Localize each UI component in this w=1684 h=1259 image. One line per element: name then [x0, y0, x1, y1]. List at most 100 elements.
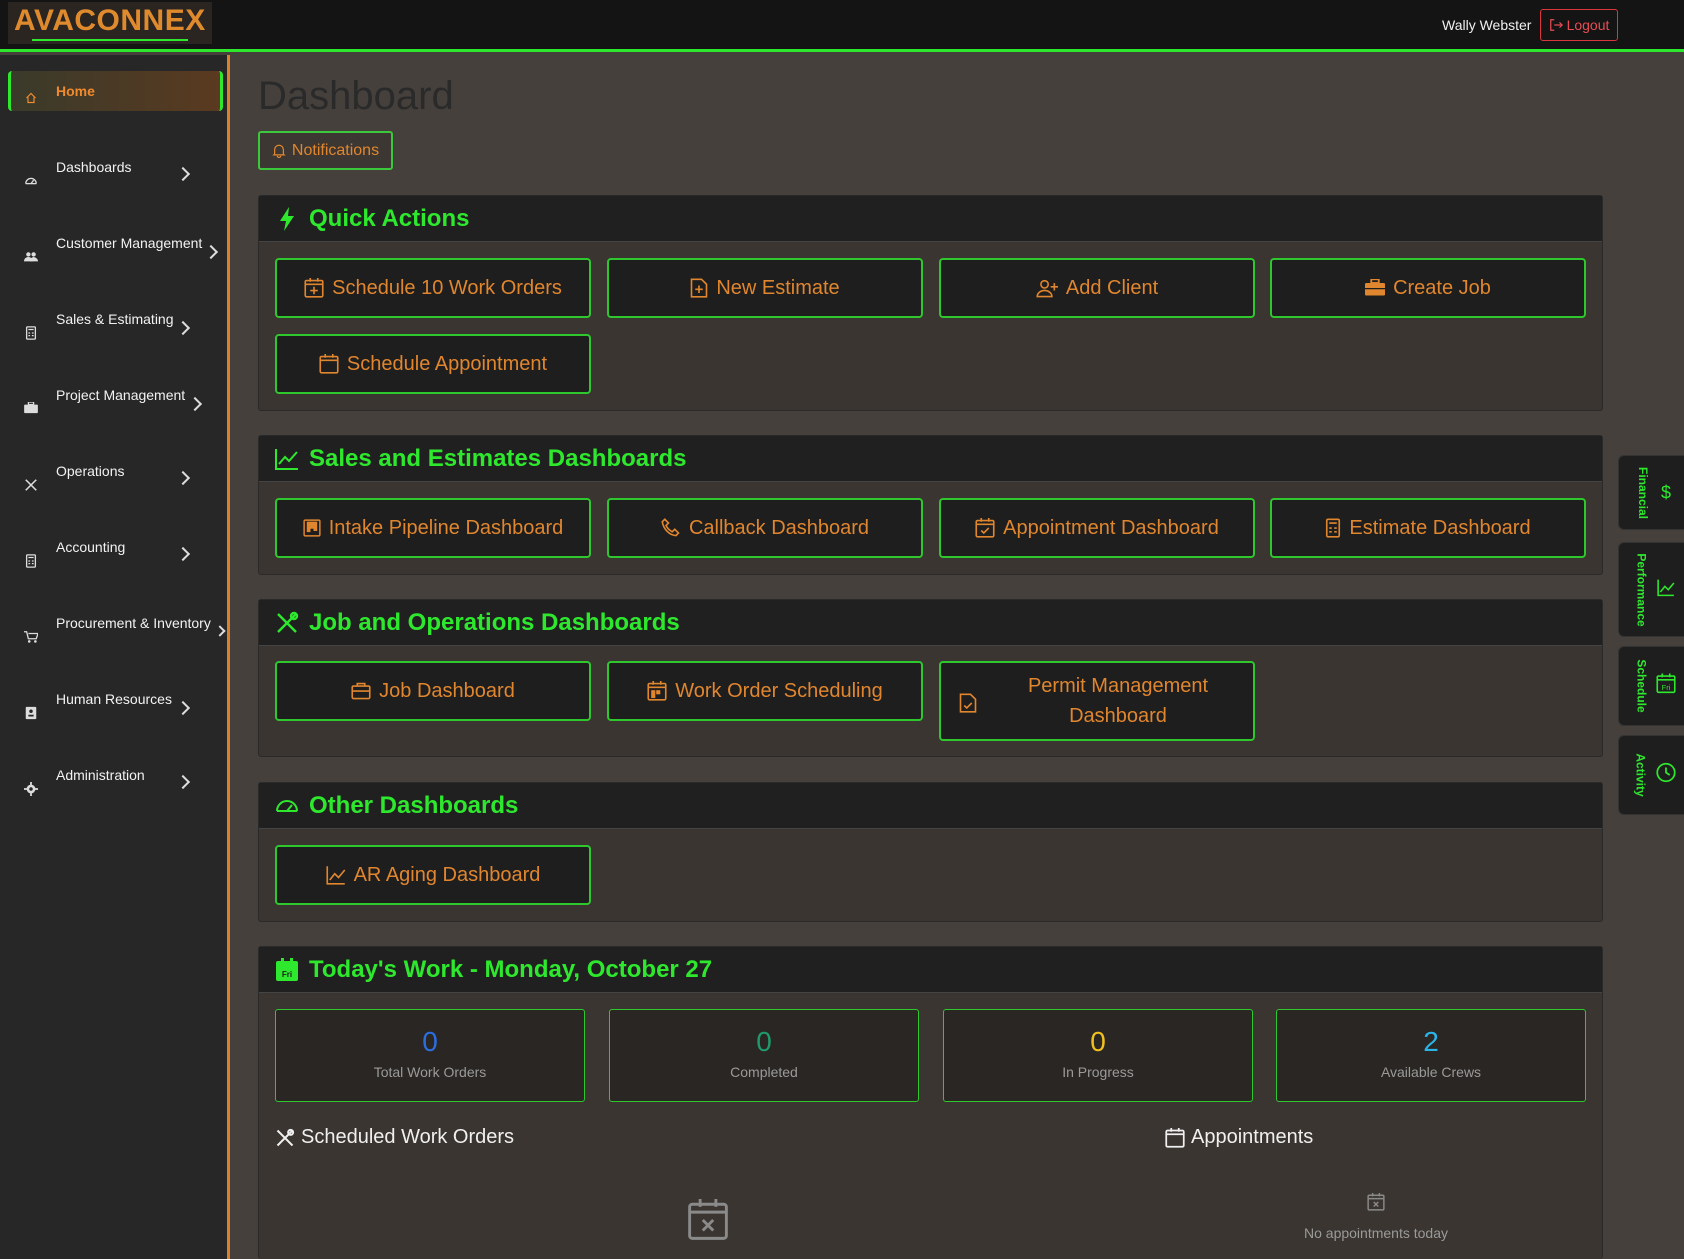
sidebar-item-label: Procurement & Inventory	[56, 615, 211, 631]
tools-icon	[276, 1128, 295, 1146]
calculator-icon	[24, 326, 38, 340]
button-label: AR Aging Dashboard	[353, 864, 541, 886]
no-appointments-text: No appointments today	[1304, 1225, 1448, 1241]
brand-underline	[32, 39, 188, 41]
appointments-title: Appointments	[1191, 1126, 1314, 1148]
briefcase-icon	[24, 401, 38, 416]
briefcase-outline-icon	[351, 682, 371, 700]
sidebar-item-label: Sales & Estimating	[56, 311, 174, 327]
estimate-dashboard-button[interactable]: Estimate Dashboard	[1270, 498, 1586, 558]
intake-pipeline-dashboard-button[interactable]: Intake Pipeline Dashboard	[275, 498, 591, 558]
button-label: Schedule Appointment	[346, 353, 548, 375]
sidebar-item-customer-management[interactable]: Customer Management	[8, 231, 223, 271]
panel-title: Other Dashboards	[309, 791, 519, 819]
button-label: Intake Pipeline Dashboard	[328, 517, 564, 539]
button-label: Estimate Dashboard	[1349, 517, 1531, 539]
user-name: Wally Webster	[1442, 17, 1532, 33]
chevron-right-icon	[187, 396, 203, 412]
callback-dashboard-button[interactable]: Callback Dashboard	[607, 498, 923, 558]
job-dashboard-button[interactable]: Job Dashboard	[275, 661, 591, 721]
phone-icon	[661, 518, 680, 537]
sidebar-item-label: Human Resources	[56, 691, 172, 707]
panel-header: Sales and Estimates Dashboards	[259, 436, 1602, 482]
logout-icon	[1549, 19, 1563, 31]
panel-header: Fri Today's Work - Monday, October 27	[259, 947, 1602, 993]
brand-logo[interactable]: AVACONNEX	[8, 2, 212, 44]
sidebar-item-dashboards[interactable]: Dashboards	[8, 155, 223, 195]
permit-management-dashboard-button[interactable]: Permit Management Dashboard	[939, 661, 1255, 741]
svg-text:Fri: Fri	[282, 970, 292, 979]
tab-label: Performance	[1634, 552, 1649, 627]
stat-label: In Progress	[1062, 1064, 1134, 1080]
sidebar-item-home[interactable]: Home	[8, 71, 223, 111]
panel-title: Quick Actions	[309, 204, 470, 232]
button-label: Schedule 10 Work Orders	[332, 277, 562, 299]
tab-schedule[interactable]: Schedule Fri	[1618, 646, 1684, 726]
stat-total-work-orders: 0 Total Work Orders	[275, 1009, 585, 1102]
sidebar-item-project-management[interactable]: Project Management	[8, 383, 223, 423]
chart-icon	[1655, 578, 1677, 601]
calendar-x-icon	[687, 1199, 729, 1246]
tab-activity[interactable]: Activity	[1618, 735, 1684, 815]
page-title: Dashboard	[258, 74, 454, 118]
button-label: Job Dashboard	[379, 680, 515, 702]
sidebar-item-label: Administration	[56, 767, 145, 783]
panel-header: Other Dashboards	[259, 783, 1602, 829]
tab-performance[interactable]: Performance	[1618, 542, 1684, 637]
calendar-icon	[319, 354, 339, 374]
sidebar-item-label: Dashboards	[56, 159, 132, 175]
stat-completed: 0 Completed	[609, 1009, 919, 1102]
button-label: Add Client	[1065, 277, 1159, 299]
calendar-check-icon	[975, 518, 995, 538]
notifications-button[interactable]: Notifications	[258, 131, 393, 170]
button-label: New Estimate	[716, 277, 840, 299]
create-job-button[interactable]: Create Job	[1270, 258, 1586, 318]
file-check-icon	[959, 693, 977, 713]
schedule-work-orders-button[interactable]: Schedule 10 Work Orders	[275, 258, 591, 318]
stat-available-crews: 2 Available Crews	[1276, 1009, 1586, 1102]
new-estimate-button[interactable]: New Estimate	[607, 258, 923, 318]
panel-title: Job and Operations Dashboards	[309, 608, 680, 636]
stat-value: 2	[1423, 1026, 1439, 1057]
notifications-label: Notifications	[291, 141, 380, 159]
todays-work-panel: Fri Today's Work - Monday, October 27	[258, 946, 1603, 1259]
tab-label: Financial	[1636, 466, 1651, 519]
sidebar-item-accounting[interactable]: Accounting	[8, 535, 223, 575]
sidebar-item-human-resources[interactable]: Human Resources	[8, 687, 223, 727]
clock-icon	[1655, 762, 1677, 788]
chevron-right-icon	[175, 700, 191, 716]
chevron-right-icon	[175, 774, 191, 790]
sidebar-item-operations[interactable]: Operations	[8, 459, 223, 499]
stat-value: 0	[422, 1026, 438, 1057]
logout-button[interactable]: Logout	[1540, 9, 1618, 41]
add-client-button[interactable]: Add Client	[939, 258, 1255, 318]
line-chart-icon	[275, 447, 299, 471]
stat-label: Available Crews	[1380, 1064, 1482, 1080]
sidebar-item-sales-estimating[interactable]: Sales & Estimating	[8, 307, 223, 347]
calendar-icon	[1165, 1127, 1185, 1148]
calculator-icon	[1326, 518, 1341, 538]
dollar-icon: $	[1660, 482, 1671, 502]
calendar-week-icon	[647, 681, 667, 701]
tab-label: Schedule	[1634, 659, 1649, 713]
tools-icon	[24, 478, 38, 492]
sidebar-item-administration[interactable]: Administration	[8, 763, 223, 803]
button-label: Callback Dashboard	[688, 517, 870, 539]
ar-aging-dashboard-button[interactable]: AR Aging Dashboard	[275, 845, 591, 905]
graph-up-icon	[326, 866, 345, 885]
stat-value: 0	[1090, 1026, 1106, 1057]
panel-title: Today's Work - Monday, October 27	[309, 955, 713, 983]
chevron-right-icon	[175, 546, 191, 562]
sidebar-item-procurement-inventory[interactable]: Procurement & Inventory	[8, 611, 226, 651]
work-order-scheduling-button[interactable]: Work Order Scheduling	[607, 661, 923, 721]
button-label: Work Order Scheduling	[675, 680, 883, 702]
bell-icon	[272, 144, 286, 158]
badge-icon	[24, 706, 38, 720]
sidebar-item-label: Project Management	[56, 387, 186, 403]
scheduled-work-orders-heading: Scheduled Work Orders	[275, 1126, 514, 1149]
appointment-dashboard-button[interactable]: Appointment Dashboard	[939, 498, 1255, 558]
logout-label: Logout	[1566, 17, 1610, 33]
tab-financial[interactable]: Financial $	[1618, 455, 1684, 530]
sidebar-item-label: Operations	[56, 463, 125, 479]
schedule-appointment-button[interactable]: Schedule Appointment	[275, 334, 591, 394]
